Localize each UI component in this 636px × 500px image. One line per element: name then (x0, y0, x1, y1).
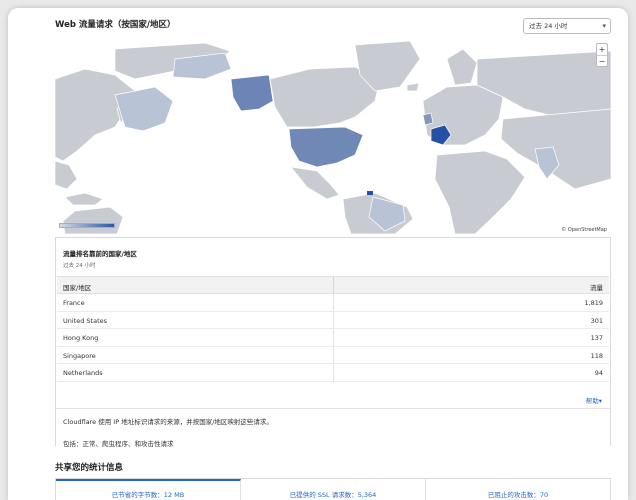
table-header: 国家/地区 流量 (57, 276, 609, 294)
share-stats-tabs: 已节省的字节数：12 MB 已提供的 SSL 请求数：5,364 已阻止的攻击数… (55, 478, 611, 500)
region-indonesia-left (64, 192, 104, 206)
browser-window: Web 流量请求（按国家/地区） 过去 24 小时 ▾ + − © OpenSt… (8, 8, 628, 500)
map-canvas (55, 40, 611, 234)
help-label: 帮助 (585, 397, 599, 405)
map-attribution[interactable]: © OpenStreetMap (559, 227, 609, 233)
row-country: France (63, 299, 85, 307)
row-country: United States (63, 316, 108, 325)
chevron-down-icon: ▾ (602, 22, 606, 30)
column-header-traffic[interactable]: 流量 (590, 282, 603, 292)
table-row: Netherlands 94 (57, 364, 609, 382)
row-traffic: 94 (594, 369, 603, 378)
row-country: Netherlands (63, 369, 103, 378)
map-zoom-control: + − (596, 43, 608, 67)
top-countries-title: 流量排名靠前的国家/地区 (63, 250, 137, 258)
column-divider (333, 311, 334, 329)
help-link[interactable]: 帮助▾ (586, 395, 602, 405)
card-notes: Cloudflare 使用 IP 地址标识请求的来源，并按国家/地区映射这些请求… (56, 408, 610, 448)
row-traffic: 1,819 (584, 299, 603, 307)
stat-tab-bytes-saved[interactable]: 已节省的字节数：12 MB (56, 479, 241, 500)
region-alaska (230, 74, 274, 112)
region-africa (434, 150, 526, 234)
row-traffic: 301 (590, 316, 603, 325)
region-iceland (406, 82, 420, 92)
region-china (114, 86, 174, 132)
region-australia (62, 206, 124, 234)
column-divider (333, 364, 334, 381)
column-divider (333, 346, 334, 364)
top-countries-subtitle: 过去 24 小时 (63, 263, 96, 269)
region-caribbean-marker (367, 191, 373, 195)
table-row: United States 301 (57, 311, 609, 330)
note-ip-mapping: Cloudflare 使用 IP 地址标识请求的来源，并按国家/地区映射这些请求… (63, 418, 273, 426)
caret-down-icon: ▾ (598, 397, 602, 405)
table-row: France 1,819 (57, 294, 609, 312)
row-country: Singapore (63, 351, 96, 360)
region-scandinavia (446, 48, 478, 86)
table-row: Hong Kong 137 (57, 329, 609, 347)
time-range-value: 过去 24 小时 (529, 22, 568, 30)
region-uk (422, 112, 434, 126)
top-countries-card: 流量排名靠前的国家/地区 过去 24 小时 国家/地区 流量 France 1,… (55, 237, 611, 448)
page-title: Web 流量请求（按国家/地区） (55, 20, 176, 30)
region-united-states (288, 126, 364, 168)
zoom-in-button[interactable]: + (597, 44, 607, 55)
share-stats-title: 共享您的统计信息 (55, 463, 124, 473)
row-traffic: 118 (590, 351, 603, 360)
map-color-legend (59, 223, 115, 228)
stat-tab-ssl-requests[interactable]: 已提供的 SSL 请求数：5,364 (241, 479, 426, 500)
column-divider (333, 294, 334, 311)
column-divider (333, 329, 334, 346)
row-traffic: 137 (590, 334, 603, 343)
stat-tab-attacks-blocked[interactable]: 已阻止的攻击数：70 (426, 479, 610, 500)
column-divider (333, 277, 334, 293)
note-includes: 包括：正常、爬虫程序、和攻击性请求 (63, 440, 174, 448)
column-header-country[interactable]: 国家/地区 (63, 282, 91, 292)
row-country: Hong Kong (63, 334, 99, 343)
world-traffic-map[interactable]: + − © OpenStreetMap (55, 39, 611, 234)
top-countries-table: 国家/地区 流量 France 1,819 United States 301 … (57, 276, 609, 382)
region-se-asia-left (55, 160, 78, 190)
region-mexico (290, 166, 340, 200)
table-row: Singapore 118 (57, 346, 609, 365)
zoom-out-button[interactable]: − (597, 56, 607, 67)
time-range-select[interactable]: 过去 24 小时 ▾ (523, 18, 611, 34)
section-header: Web 流量请求（按国家/地区） 过去 24 小时 ▾ (55, 14, 611, 36)
